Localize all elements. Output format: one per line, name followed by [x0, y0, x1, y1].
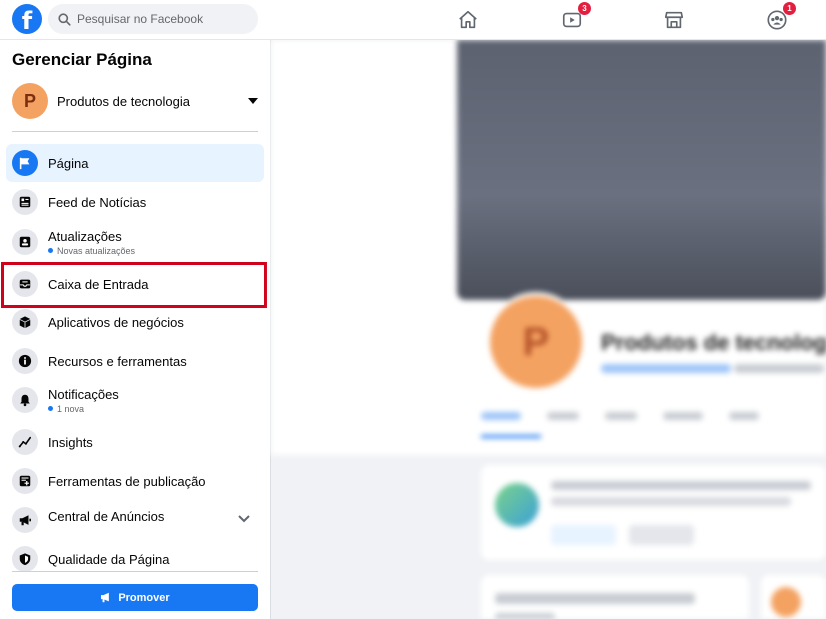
sidebar-item-label: Insights — [48, 434, 93, 450]
sidebar-item-label: Ferramentas de publicação — [48, 473, 206, 489]
divider — [12, 131, 258, 132]
nav-home[interactable] — [456, 8, 480, 32]
sidebar-item-label: Página — [48, 155, 89, 171]
updates-icon — [12, 229, 38, 255]
sidebar-item-recursos-e-ferramentas[interactable]: Recursos e ferramentas — [6, 342, 264, 380]
sidebar-item-qualidade-da-pagina[interactable]: Qualidade da Página — [6, 540, 264, 578]
sidebar-item-label: Aplicativos de negócios — [48, 314, 184, 330]
groups-badge: 1 — [783, 2, 796, 15]
page-tabs — [481, 412, 759, 420]
sidebar-item-label: Atualizações — [48, 228, 122, 244]
setup-card — [481, 575, 749, 619]
search-icon — [58, 12, 71, 26]
sidebar-item-pagina[interactable]: Página — [6, 144, 264, 182]
publishing-tools-icon — [12, 468, 38, 494]
sidebar-item-aplicativos-de-negocios[interactable]: Aplicativos de negócios — [6, 303, 264, 341]
megaphone-icon — [101, 592, 110, 603]
chevron-down-icon[interactable] — [238, 515, 250, 523]
search-box[interactable] — [48, 4, 258, 34]
page-header: P Produtos de tecnologia — [271, 40, 826, 455]
tab-placeholder — [729, 412, 759, 420]
sidebar-item-ferramentas-de-publicacao[interactable]: Ferramentas de publicação — [6, 462, 264, 500]
watch-badge: 3 — [578, 2, 591, 15]
news-feed-icon — [12, 189, 38, 215]
page-selector[interactable]: P Produtos de tecnologia — [12, 83, 258, 119]
sidebar-item-atualizacoes[interactable]: Atualizações Novas atualizações — [6, 222, 264, 262]
megaphone-icon — [12, 507, 38, 533]
store-icon — [664, 11, 684, 29]
sidebar-item-feed-de-noticias[interactable]: Feed de Notícias — [6, 183, 264, 221]
tab-placeholder — [605, 412, 637, 420]
sidebar-item-label: Notificações — [48, 386, 119, 402]
promote-label: Promover — [118, 591, 170, 604]
unread-dot — [48, 248, 53, 253]
shield-icon — [12, 546, 38, 572]
facebook-logo[interactable]: f — [12, 4, 42, 34]
tab-placeholder — [547, 412, 579, 420]
sidebar-item-sublabel: Novas atualizações — [48, 246, 135, 256]
bell-icon — [12, 387, 38, 413]
sidebar-item-label: Central de Anúncios — [48, 508, 165, 524]
sublabel-text: Novas atualizações — [57, 245, 136, 256]
sidebar-item-insights[interactable]: Insights — [6, 423, 264, 461]
search-input[interactable] — [77, 12, 247, 26]
sidebar-title: Gerenciar Página — [12, 50, 152, 69]
manage-page-sidebar: Gerenciar Página P Produtos de tecnologi… — [0, 40, 271, 619]
page-name: Produtos de tecnologia — [601, 330, 826, 355]
insights-icon — [12, 429, 38, 455]
nav-marketplace[interactable] — [662, 8, 686, 32]
sidebar-item-sublabel: 1 nova — [48, 404, 119, 414]
page-preview: P Produtos de tecnologia — [271, 40, 826, 619]
active-tab-underline — [481, 435, 541, 438]
promote-button[interactable]: Promover — [12, 584, 258, 611]
sidebar-item-label: Feed de Notícias — [48, 194, 147, 210]
profile-picture: P — [486, 292, 586, 392]
flag-icon — [12, 150, 38, 176]
page-subtitle-placeholder — [601, 362, 825, 376]
unread-dot — [48, 406, 53, 411]
cover-photo — [457, 40, 826, 300]
sidebar-item-label: Qualidade da Página — [48, 551, 170, 567]
sidebar-item-notificacoes[interactable]: Notificações 1 nova — [6, 380, 264, 420]
tab-placeholder — [481, 412, 521, 420]
page-selector-name: Produtos de tecnologia — [57, 93, 190, 109]
page-avatar: P — [12, 83, 48, 119]
sublabel-text: 1 nova — [57, 403, 85, 414]
sidebar-item-label: Recursos e ferramentas — [48, 353, 187, 369]
cube-icon — [12, 309, 38, 335]
page-card — [481, 465, 826, 560]
top-navigation-bar: f 3 1 — [0, 0, 826, 40]
sidebar-item-central-de-anuncios[interactable]: Central de Anúncios — [6, 501, 264, 539]
nav-watch[interactable]: 3 — [560, 2, 591, 32]
caret-down-icon — [248, 98, 258, 104]
home-icon — [459, 10, 477, 29]
side-card — [761, 575, 826, 619]
divider — [12, 571, 258, 572]
tab-placeholder — [663, 412, 703, 420]
highlight-box — [1, 262, 267, 308]
info-icon — [12, 348, 38, 374]
nav-groups[interactable]: 1 — [765, 2, 796, 32]
card-illustration — [495, 483, 539, 527]
